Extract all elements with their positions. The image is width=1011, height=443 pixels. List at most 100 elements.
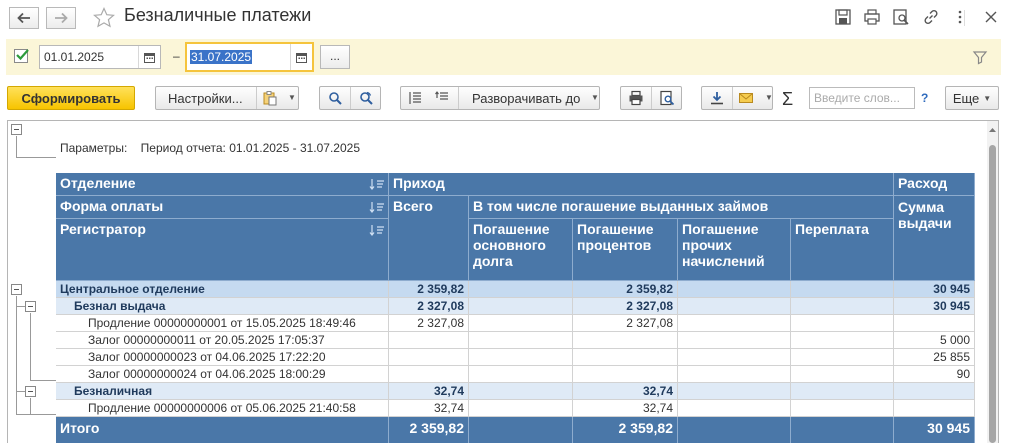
collapse-groups-icon[interactable] <box>434 90 450 106</box>
expand-to-button[interactable]: Разворачивать до <box>472 91 580 106</box>
row-cell-overpay[interactable] <box>791 349 894 366</box>
save-button[interactable] <box>834 8 854 28</box>
download-icon[interactable] <box>709 90 725 106</box>
calendar-button[interactable] <box>138 46 160 68</box>
row-cell-issued[interactable]: 5 000 <box>894 332 975 349</box>
more-menu-button[interactable] <box>951 8 971 28</box>
collapse-toggle-department[interactable] <box>11 284 22 295</box>
collapse-toggle-bank-issue[interactable] <box>25 301 36 312</box>
date-from-field[interactable]: 01.01.2025 <box>39 45 161 69</box>
row-cell-total[interactable]: 2 327,08 <box>389 315 469 332</box>
period-select-button[interactable]: ... <box>320 45 350 69</box>
row-cell-other[interactable] <box>678 349 791 366</box>
row-cell-interest[interactable]: 32,74 <box>573 400 678 417</box>
link-button[interactable] <box>922 8 942 28</box>
close-button[interactable] <box>982 8 1002 28</box>
filter-funnel-icon[interactable] <box>972 49 988 65</box>
row-cell-principal[interactable] <box>469 315 573 332</box>
row-cell-other[interactable] <box>678 315 791 332</box>
row-cell-other[interactable] <box>678 383 791 400</box>
search-input[interactable]: Введите слов... <box>809 87 915 109</box>
search-icon[interactable] <box>327 90 343 106</box>
row-cell-principal[interactable] <box>469 400 573 417</box>
print-button[interactable] <box>863 8 883 28</box>
row-cell-overpay[interactable] <box>791 383 894 400</box>
collapse-toggle[interactable] <box>11 124 22 135</box>
sum-sigma-button[interactable]: Σ <box>782 89 793 110</box>
row-cell-interest[interactable]: 2 359,82 <box>573 281 678 298</box>
row-cell-overpay[interactable] <box>791 315 894 332</box>
sort-icon[interactable] <box>369 200 385 214</box>
row-label[interactable]: Продление 00000000006 от 05.06.2025 21:4… <box>56 400 389 417</box>
row-label[interactable]: Залог 00000000024 от 04.06.2025 18:00:29 <box>56 366 389 383</box>
row-cell-interest[interactable] <box>573 349 678 366</box>
row-cell-overpay[interactable] <box>791 298 894 315</box>
row-cell-other[interactable] <box>678 400 791 417</box>
help-button[interactable]: ? <box>921 91 928 105</box>
row-cell-issued[interactable] <box>894 400 975 417</box>
email-envelope-icon[interactable] <box>738 90 754 106</box>
header-department[interactable]: Отделение <box>56 173 389 196</box>
row-cell-interest[interactable]: 32,74 <box>573 383 678 400</box>
favorite-star-icon[interactable] <box>92 6 116 30</box>
row-cell-other[interactable] <box>678 281 791 298</box>
forward-button[interactable] <box>46 7 76 29</box>
preview-button[interactable] <box>892 8 912 28</box>
row-cell-interest[interactable] <box>573 366 678 383</box>
row-cell-interest[interactable]: 2 327,08 <box>573 298 678 315</box>
row-cell-issued[interactable]: 90 <box>894 366 975 383</box>
row-cell-overpay[interactable] <box>791 332 894 349</box>
row-cell-total[interactable]: 2 359,82 <box>389 281 469 298</box>
period-checkbox[interactable] <box>14 49 29 63</box>
row-cell-interest[interactable]: 2 327,08 <box>573 315 678 332</box>
generate-button[interactable]: Сформировать <box>7 86 135 110</box>
row-label[interactable]: Безналичная <box>56 383 389 400</box>
row-label[interactable]: Залог 00000000023 от 04.06.2025 17:22:20 <box>56 349 389 366</box>
row-cell-total[interactable]: 32,74 <box>389 383 469 400</box>
row-cell-issued[interactable]: 30 945 <box>894 298 975 315</box>
printer-icon[interactable] <box>628 90 644 106</box>
collapse-toggle-cashless[interactable] <box>25 386 36 397</box>
row-cell-issued[interactable]: 30 945 <box>894 281 975 298</box>
row-label[interactable]: Продление 00000000001 от 15.05.2025 18:4… <box>56 315 389 332</box>
row-cell-total[interactable] <box>389 332 469 349</box>
row-cell-total[interactable]: 32,74 <box>389 400 469 417</box>
row-cell-total[interactable] <box>389 366 469 383</box>
print-preview-icon[interactable] <box>659 90 675 106</box>
header-payment-form[interactable]: Форма оплаты <box>56 196 389 219</box>
row-cell-other[interactable] <box>678 366 791 383</box>
row-cell-interest[interactable] <box>573 332 678 349</box>
row-cell-issued[interactable] <box>894 383 975 400</box>
row-cell-other[interactable] <box>678 298 791 315</box>
row-cell-total[interactable]: 2 327,08 <box>389 298 469 315</box>
row-cell-principal[interactable] <box>469 298 573 315</box>
row-cell-issued[interactable] <box>894 315 975 332</box>
back-button[interactable] <box>9 7 39 29</box>
row-cell-principal[interactable] <box>469 332 573 349</box>
vertical-scrollbar[interactable] <box>987 121 998 443</box>
sort-icon[interactable] <box>369 223 385 237</box>
row-cell-overpay[interactable] <box>791 400 894 417</box>
search-next-icon[interactable] <box>358 90 374 106</box>
header-registrar[interactable]: Регистратор <box>56 219 389 281</box>
settings-button[interactable]: Настройки... ▼ <box>155 86 299 110</box>
more-button[interactable]: Еще ▼ <box>945 86 999 110</box>
sort-icon[interactable] <box>369 177 385 191</box>
row-cell-principal[interactable] <box>469 281 573 298</box>
scroll-up-arrow-icon[interactable] <box>987 125 998 135</box>
expand-groups-icon[interactable] <box>407 90 423 106</box>
row-cell-overpay[interactable] <box>791 366 894 383</box>
row-cell-principal[interactable] <box>469 383 573 400</box>
row-cell-overpay[interactable] <box>791 281 894 298</box>
row-cell-principal[interactable] <box>469 349 573 366</box>
date-to-field[interactable]: 31.07.2025 <box>185 42 314 72</box>
row-cell-other[interactable] <box>678 332 791 349</box>
row-label[interactable]: Залог 00000000011 от 20.05.2025 17:05:37 <box>56 332 389 349</box>
row-label[interactable]: Безнал выдача <box>56 298 389 315</box>
calendar-button[interactable] <box>290 44 312 70</box>
row-cell-total[interactable] <box>389 349 469 366</box>
row-label[interactable]: Центральное отделение <box>56 281 389 298</box>
row-cell-issued[interactable]: 25 855 <box>894 349 975 366</box>
row-cell-principal[interactable] <box>469 366 573 383</box>
scroll-thumb[interactable] <box>989 145 996 443</box>
